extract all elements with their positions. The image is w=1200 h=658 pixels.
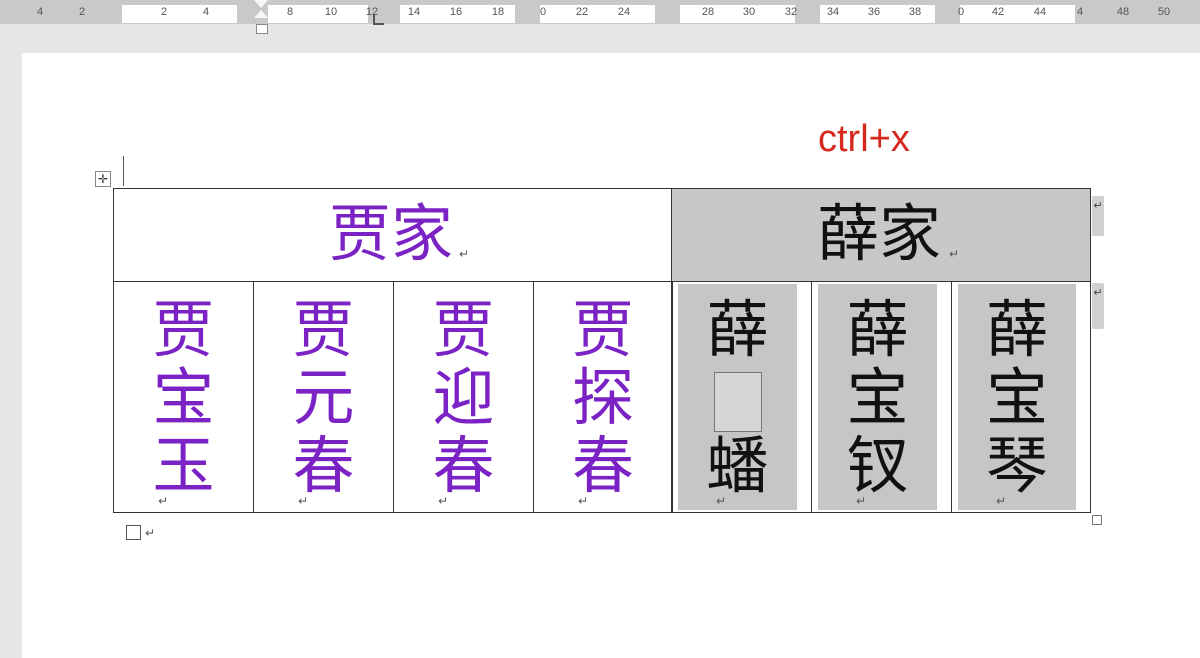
ruler-segment — [960, 5, 1075, 23]
member-cell-jia-tanchun[interactable]: 贾 探 春 ↵ — [533, 281, 673, 513]
name-char: 春 — [292, 429, 355, 502]
member-name: 薛 宝 琴 — [948, 296, 1086, 500]
row-end-mark-icon: ↵ — [1092, 196, 1104, 236]
member-name: 贾 宝 玉 — [114, 296, 253, 500]
ruler-segment — [540, 5, 655, 23]
ruler-tick: 4 — [202, 6, 210, 18]
ruler-tick: 4 — [1076, 6, 1084, 18]
ruler-tick: 24 — [617, 6, 631, 18]
member-name: 贾 探 春 — [534, 296, 672, 500]
family-table[interactable]: 贾家 ↵ 薛家 ↵ 贾 宝 玉 ↵ 贾 元 春 ↵ 贾 迎 春 ↵ 贾 探 春 … — [113, 188, 1091, 513]
name-char-placeholder — [668, 364, 807, 432]
name-char: 贾 — [432, 293, 495, 366]
name-char: 蟠 — [706, 429, 769, 502]
ruler-tick: 2 — [160, 6, 168, 18]
member-cell-xue-baoqin[interactable]: 薛 宝 琴 ↵ — [951, 281, 1091, 513]
ruler-tick: 0 — [539, 6, 547, 18]
paragraph-mark-icon: ↵ — [856, 494, 867, 508]
name-char: 贾 — [292, 293, 355, 366]
paragraph-mark-icon: ↵ — [158, 494, 169, 508]
horizontal-ruler[interactable]: 4 2 2 4 8 10 12 14 16 18 0 22 24 28 30 3… — [0, 0, 1200, 25]
paragraph-mark-icon: ↵ — [996, 494, 1007, 508]
header-xue-text: 薛家 — [817, 197, 942, 270]
ruler-tick: 34 — [826, 6, 840, 18]
ruler-tick: 36 — [867, 6, 881, 18]
ruler-tick: 16 — [449, 6, 463, 18]
ruler-tick: 30 — [742, 6, 756, 18]
table-resize-handle-icon[interactable] — [1092, 515, 1102, 525]
empty-char-box — [713, 371, 762, 432]
ruler-tick: 48 — [1116, 6, 1130, 18]
empty-paragraph-box — [126, 525, 141, 540]
ruler-tick: 14 — [407, 6, 421, 18]
name-char: 钗 — [846, 429, 909, 502]
name-char: 迎 — [432, 361, 495, 434]
member-cell-xue-pan[interactable]: 薛 蟠 ↵ — [671, 281, 812, 513]
ruler-tick: 10 — [324, 6, 338, 18]
ruler-tick: 42 — [991, 6, 1005, 18]
member-cell-jia-yingchun[interactable]: 贾 迎 春 ↵ — [393, 281, 534, 513]
row-end-mark-icon: ↵ — [1092, 283, 1104, 329]
member-cell-jia-yuanchun[interactable]: 贾 元 春 ↵ — [253, 281, 394, 513]
name-char: 玉 — [152, 429, 215, 502]
ruler-tick: 32 — [784, 6, 798, 18]
paragraph-mark-icon: ↵ — [145, 526, 156, 540]
ruler-segment — [268, 5, 368, 23]
name-char: 春 — [571, 429, 634, 502]
member-cell-jia-baoyu[interactable]: 贾 宝 玉 ↵ — [113, 281, 254, 513]
ruler-tick: 0 — [957, 6, 965, 18]
member-name: 薛 蟠 — [668, 296, 807, 500]
member-name: 贾 迎 春 — [394, 296, 533, 500]
name-char: 薛 — [985, 293, 1048, 366]
table-move-handle-icon[interactable]: ✛ — [95, 171, 111, 187]
ruler-tick: 38 — [908, 6, 922, 18]
ruler-tick: 50 — [1157, 6, 1171, 18]
first-line-indent-marker[interactable] — [254, 0, 268, 8]
text-cursor — [123, 156, 124, 186]
tab-stop-marker[interactable] — [373, 14, 384, 25]
name-char: 贾 — [571, 293, 634, 366]
ruler-tick: 8 — [286, 6, 294, 18]
name-char: 宝 — [846, 361, 909, 434]
paragraph-mark-icon: ↵ — [438, 494, 449, 508]
header-jia-text: 贾家 — [329, 197, 454, 270]
ruler-tick: 2 — [78, 6, 86, 18]
ruler-tick: 18 — [491, 6, 505, 18]
ruler-segment — [122, 5, 237, 23]
shortcut-annotation: ctrl+x — [818, 118, 910, 160]
header-cell-xue[interactable]: 薛家 ↵ — [671, 188, 1091, 282]
name-char: 贾 — [152, 293, 215, 366]
header-cell-jia[interactable]: 贾家 ↵ — [113, 188, 672, 282]
ruler-tick: 28 — [701, 6, 715, 18]
member-cell-xue-baochai[interactable]: 薛 宝 钗 ↵ — [811, 281, 952, 513]
paragraph-mark-icon: ↵ — [459, 247, 470, 261]
name-char: 春 — [432, 429, 495, 502]
name-char: 宝 — [152, 361, 215, 434]
left-indent-marker[interactable] — [256, 24, 268, 34]
paragraph-mark-icon: ↵ — [298, 494, 309, 508]
name-char: 宝 — [985, 361, 1048, 434]
member-name: 薛 宝 钗 — [808, 296, 947, 500]
name-char: 薛 — [706, 293, 769, 366]
name-char: 琴 — [985, 429, 1048, 502]
ruler-tick: 22 — [575, 6, 589, 18]
name-char: 探 — [571, 361, 634, 434]
paragraph-mark-icon: ↵ — [949, 247, 960, 261]
hanging-indent-marker[interactable] — [254, 10, 268, 18]
ruler-segment — [680, 5, 795, 23]
name-char: 元 — [292, 361, 355, 434]
paragraph-mark-icon: ↵ — [578, 494, 589, 508]
name-char: 薛 — [846, 293, 909, 366]
ruler-tick: 44 — [1033, 6, 1047, 18]
paragraph-mark-icon: ↵ — [716, 494, 727, 508]
ruler-tick: 4 — [36, 6, 44, 18]
member-name: 贾 元 春 — [254, 296, 393, 500]
